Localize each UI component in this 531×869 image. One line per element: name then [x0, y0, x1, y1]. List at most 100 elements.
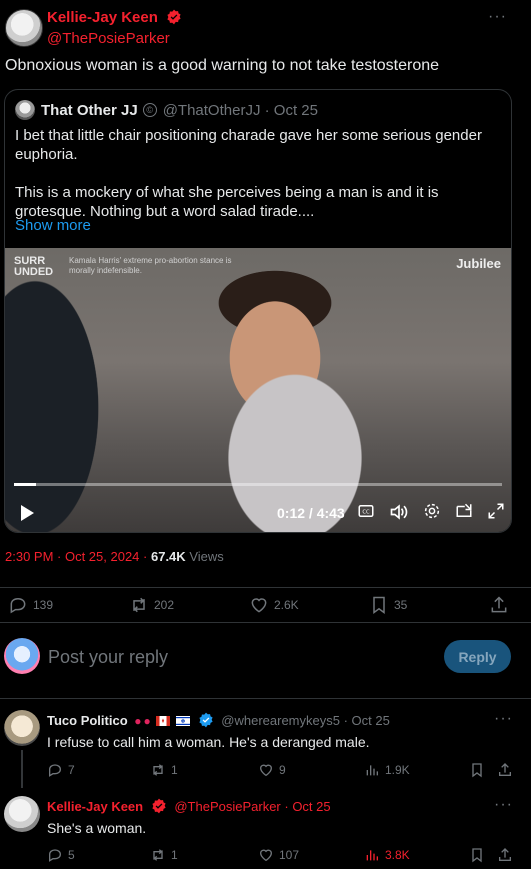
bookmark-action[interactable]: 35	[369, 595, 407, 615]
reply-icon	[10, 597, 26, 614]
reply-item[interactable]: Tuco Politico ● ● @wherearemykeys5 · Oct …	[0, 700, 531, 788]
like-count: 2.6K	[274, 598, 299, 612]
heart-icon	[259, 764, 273, 777]
views-count: 1.9K	[385, 763, 410, 777]
current-user-avatar[interactable]	[4, 638, 40, 674]
tweet-text: Obnoxious woman is a good warning to not…	[5, 57, 440, 74]
verified-badge-icon	[199, 712, 213, 728]
reply-count: 139	[33, 598, 54, 612]
reply-count: 5	[68, 848, 75, 862]
like-action[interactable]: 107	[258, 847, 299, 863]
settings-icon[interactable]	[423, 502, 441, 520]
canada-flag-icon	[156, 716, 171, 726]
video-controls: 0:12 / 4:43 CC	[5, 498, 511, 526]
views-count: 3.8K	[385, 848, 410, 862]
video-time: 0:12 / 4:43	[277, 505, 345, 521]
reply-author-name[interactable]: Kellie-Jay Keen	[47, 799, 143, 814]
more-options-icon[interactable]: ···	[488, 8, 507, 26]
reply-button[interactable]: Reply	[444, 640, 511, 673]
repost-count: 202	[154, 598, 175, 612]
quoted-author-name: That Other JJ	[41, 101, 138, 119]
like-action[interactable]: 9	[258, 762, 286, 778]
share-icon	[499, 763, 511, 776]
views-action[interactable]: 1.9K	[364, 762, 410, 778]
avatar[interactable]	[4, 796, 40, 832]
show-more-link[interactable]: Show more	[15, 217, 91, 234]
repost-action[interactable]: 1	[150, 762, 178, 778]
quoted-tweet-text: I bet that little chair positioning char…	[15, 126, 505, 221]
bookmark-count: 35	[394, 598, 408, 612]
views-count: 67.4K	[150, 549, 186, 564]
share-icon	[491, 596, 507, 613]
tweet-action-bar: 139 202 2.6K 35	[0, 587, 531, 623]
bookmark-action[interactable]	[469, 847, 490, 863]
verified-badge-icon	[152, 798, 166, 814]
video-caption: Kamala Harris' extreme pro-abortion stan…	[69, 256, 232, 275]
more-options-icon[interactable]: ···	[494, 796, 513, 814]
reply-header: Kellie-Jay Keen @ThePosieParker · Oct 25	[47, 798, 331, 814]
analytics-icon	[366, 765, 378, 776]
captions-icon[interactable]: CC	[357, 502, 375, 520]
more-options-icon[interactable]: ···	[494, 710, 513, 728]
israel-flag-icon	[176, 716, 191, 726]
svg-text:CC: CC	[362, 509, 370, 515]
share-action[interactable]	[497, 847, 518, 863]
video-progress-fill	[14, 483, 36, 486]
share-action[interactable]	[497, 762, 518, 778]
avatar[interactable]	[4, 710, 40, 746]
tweet-meta: 2:30 PM · Oct 25, 2024 · 67.4K Views	[5, 549, 224, 564]
org-badge-icon: ©	[142, 103, 157, 117]
repost-action[interactable]: 1	[150, 847, 178, 863]
video-progress-bar[interactable]	[14, 483, 502, 486]
analytics-icon	[366, 850, 378, 861]
apple-emoji-icon: ●	[134, 714, 142, 728]
reply-action-bar: 7 1 9 1.9K	[0, 762, 531, 782]
repost-action[interactable]: 202	[129, 595, 174, 615]
repost-count: 1	[171, 763, 178, 777]
brand-line: UNDED	[14, 266, 54, 278]
fullscreen-icon[interactable]	[487, 502, 505, 520]
like-count: 9	[279, 763, 286, 777]
reply-author-meta[interactable]: @ThePosieParker · Oct 25	[174, 799, 330, 814]
views-label: Views	[189, 549, 224, 564]
reply-text: I refuse to call him a woman. He's a der…	[47, 734, 370, 750]
quoted-paragraph: This is a mockery of what she perceives …	[15, 184, 439, 220]
play-icon[interactable]	[19, 504, 35, 522]
tweet-timestamp[interactable]: 2:30 PM · Oct 25, 2024 ·	[5, 549, 147, 564]
share-icon	[499, 848, 511, 861]
volume-icon[interactable]	[389, 502, 409, 522]
author-name[interactable]: Kellie-Jay Keen	[47, 9, 182, 26]
share-action[interactable]	[489, 595, 514, 615]
video-player[interactable]: SURR UNDED Kamala Harris' extreme pro-ab…	[5, 248, 511, 532]
quoted-author-meta: @ThatOtherJJ · Oct 25	[162, 101, 318, 119]
bookmark-icon	[472, 848, 482, 863]
reply-action[interactable]: 5	[47, 847, 75, 863]
reply-author-meta[interactable]: @wherearemykeys5 · Oct 25	[221, 713, 390, 728]
author-handle[interactable]: @ThePosieParker	[47, 30, 170, 47]
reply-action[interactable]: 139	[8, 595, 53, 615]
author-name-text[interactable]: Kellie-Jay Keen	[47, 9, 158, 26]
bookmark-icon	[373, 596, 385, 614]
reply-count: 7	[68, 763, 75, 777]
reply-action-bar: 5 1 107 3.8K	[0, 847, 531, 867]
repost-count: 1	[171, 848, 178, 862]
reply-header: Tuco Politico ● ● @wherearemykeys5 · Oct …	[47, 712, 390, 728]
views-action[interactable]: 3.8K	[364, 847, 410, 863]
main-tweet-header: Kellie-Jay Keen @ThePosieParker ···	[5, 6, 525, 50]
like-action[interactable]: 2.6K	[249, 595, 299, 615]
reply-item[interactable]: Kellie-Jay Keen @ThePosieParker · Oct 25…	[0, 788, 531, 869]
quoted-tweet[interactable]: That Other JJ © @ThatOtherJJ · Oct 25 I …	[4, 89, 512, 533]
avatar[interactable]	[5, 9, 43, 47]
quoted-avatar	[15, 100, 35, 120]
bookmark-action[interactable]	[469, 762, 490, 778]
reply-author-name[interactable]: Tuco Politico	[47, 713, 128, 728]
reply-action[interactable]: 7	[47, 762, 75, 778]
reply-input[interactable]: Post your reply	[48, 647, 168, 668]
video-brand-left: SURR UNDED	[14, 256, 53, 278]
pip-icon[interactable]	[455, 502, 473, 520]
repost-icon	[153, 849, 163, 861]
heart-icon	[251, 598, 267, 613]
repost-icon	[153, 764, 163, 776]
quoted-paragraph: I bet that little chair positioning char…	[15, 127, 482, 163]
bookmark-icon	[472, 763, 482, 778]
